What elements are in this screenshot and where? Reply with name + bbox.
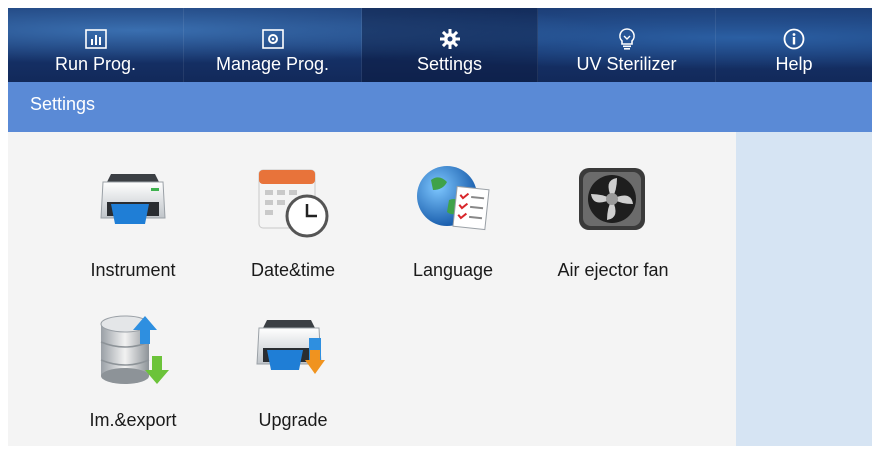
tile-language[interactable]: Language: [378, 132, 528, 280]
tab-label: Settings: [416, 54, 483, 74]
tile-air-ejector-fan[interactable]: Air ejector fan: [538, 132, 688, 280]
bulb-icon: [615, 28, 639, 50]
page-header: Settings: [8, 82, 872, 132]
tab-manage-prog[interactable]: Manage Prog.: [184, 8, 362, 82]
tile-label: Date&time: [250, 260, 336, 280]
info-icon: [782, 28, 806, 50]
calendar-clock-icon: [253, 160, 333, 240]
tile-label: Im.&export: [89, 410, 177, 430]
tab-settings[interactable]: Settings: [362, 8, 538, 82]
settings-grid: Instrument Date&time Language Air ejecto…: [8, 132, 736, 446]
tab-help[interactable]: Help: [716, 8, 872, 82]
printer-icon: [93, 160, 173, 240]
tile-instrument[interactable]: Instrument: [58, 132, 208, 280]
top-navigation: Run Prog. Manage Prog. Settings UV Steri…: [8, 8, 872, 82]
tile-label: Air ejector fan: [557, 260, 669, 280]
database-transfer-icon: [93, 310, 173, 390]
bar-chart-icon: [84, 28, 108, 50]
tab-label: UV Sterilizer: [576, 54, 677, 74]
tab-run-prog[interactable]: Run Prog.: [8, 8, 184, 82]
tile-upgrade[interactable]: Upgrade: [218, 282, 368, 430]
tab-label: Run Prog.: [54, 54, 137, 74]
fan-icon: [573, 160, 653, 240]
gear-icon: [438, 28, 462, 50]
tab-uv-sterilizer[interactable]: UV Sterilizer: [538, 8, 716, 82]
side-panel: [736, 132, 872, 446]
tab-label: Manage Prog.: [215, 54, 330, 74]
app-window: Run Prog. Manage Prog. Settings UV Steri…: [8, 8, 872, 446]
tile-label: Language: [412, 260, 494, 280]
printer-upgrade-icon: [253, 310, 333, 390]
tile-im-export[interactable]: Im.&export: [58, 282, 208, 430]
page-title: Settings: [30, 94, 96, 114]
tile-date-time[interactable]: Date&time: [218, 132, 368, 280]
tile-label: Instrument: [90, 260, 176, 280]
tile-label: Upgrade: [258, 410, 328, 430]
gear-box-icon: [261, 28, 285, 50]
globe-document-icon: [413, 160, 493, 240]
tab-label: Help: [775, 54, 813, 74]
